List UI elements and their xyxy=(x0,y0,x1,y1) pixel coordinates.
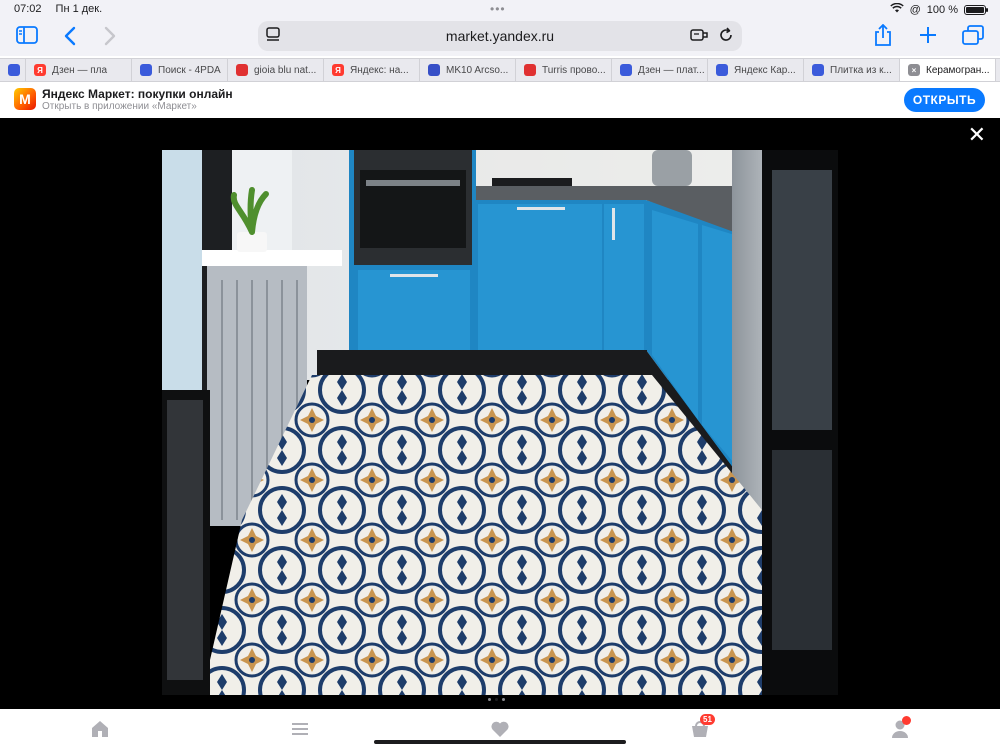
multitasking-dots-icon[interactable]: ••• xyxy=(490,2,506,16)
tab-6[interactable]: Turris прово... xyxy=(516,59,612,81)
tab-favicon-icon xyxy=(140,64,152,76)
tab-0[interactable] xyxy=(0,59,26,81)
gallery-dot[interactable] xyxy=(495,698,498,701)
tab-favicon-icon xyxy=(428,64,440,76)
gallery-page-dots[interactable] xyxy=(488,698,505,701)
back-icon[interactable] xyxy=(64,26,76,50)
tab-strip: Я Дзен — пла Поиск - 4PDA gioia blu nat... Я… xyxy=(0,58,1000,82)
catalog-icon[interactable] xyxy=(290,719,310,739)
product-photo[interactable] xyxy=(162,150,838,695)
status-bar: 07:02 Пн 1 дек. ••• @ 100 % xyxy=(0,0,1000,18)
address-bar[interactable]: market.yandex.ru xyxy=(258,21,742,51)
tab-favicon-icon: Я xyxy=(332,64,344,76)
tab-close-icon[interactable]: × xyxy=(908,64,920,76)
status-date: Пн 1 дек. xyxy=(55,3,103,15)
battery-percent: 100 % xyxy=(926,3,958,16)
tab-9[interactable]: Плитка из к... xyxy=(804,59,900,81)
tab-label: Яндекс: на... xyxy=(350,64,409,76)
open-app-button[interactable]: ОТКРЫТЬ xyxy=(904,88,985,112)
wifi-icon xyxy=(889,2,904,16)
reload-icon[interactable] xyxy=(718,27,734,48)
browser-toolbar: market.yandex.ru xyxy=(0,18,1000,56)
sidebar-icon[interactable] xyxy=(16,26,38,48)
share-icon[interactable] xyxy=(874,23,892,50)
forward-icon[interactable] xyxy=(104,26,116,50)
battery-level xyxy=(966,6,984,13)
tab-label: Яндекс Кар... xyxy=(734,64,796,76)
tab-label: gioia blu nat... xyxy=(254,64,317,76)
tab-5[interactable]: MK10 Arcso... xyxy=(420,59,516,81)
image-gallery: ✕ xyxy=(0,118,1000,709)
tab-label: Керамогран... xyxy=(926,64,990,76)
tab-favicon-icon xyxy=(236,64,248,76)
tab-1[interactable]: Я Дзен — пла xyxy=(26,59,132,81)
close-gallery-icon[interactable]: ✕ xyxy=(968,124,986,146)
app-banner: M Яндекс Маркет: покупки онлайн Открыть … xyxy=(0,82,1000,118)
favorites-icon[interactable] xyxy=(490,719,510,739)
tab-label: Дзен — пла xyxy=(52,64,108,76)
tab-favicon-icon xyxy=(620,64,632,76)
tab-favicon-icon xyxy=(8,64,20,76)
gallery-dot[interactable] xyxy=(502,698,505,701)
banner-subtitle: Открыть в приложении «Маркет» xyxy=(42,101,197,112)
battery-icon xyxy=(964,4,988,15)
cart-icon[interactable]: 51 xyxy=(690,714,715,739)
tab-label: MK10 Arcso... xyxy=(446,64,509,76)
tab-favicon-icon xyxy=(716,64,728,76)
tab-2[interactable]: Поиск - 4PDA xyxy=(132,59,228,81)
profile-icon[interactable] xyxy=(890,716,911,739)
tab-7[interactable]: Дзен — плат... xyxy=(612,59,708,81)
tab-3[interactable]: gioia blu nat... xyxy=(228,59,324,81)
tab-label: Turris прово... xyxy=(542,64,606,76)
tab-overview-icon[interactable] xyxy=(962,25,984,49)
tab-label: Дзен — плат... xyxy=(638,64,705,76)
tab-8[interactable]: Яндекс Кар... xyxy=(708,59,804,81)
tab-10[interactable]: × Керамогран... xyxy=(900,59,996,81)
tab-favicon-icon: Я xyxy=(34,64,46,76)
yandex-market-logo: M xyxy=(14,88,36,110)
tab-4[interactable]: Я Яндекс: на... xyxy=(324,59,420,81)
orientation-lock-icon: @ xyxy=(909,3,921,16)
gallery-dot[interactable] xyxy=(488,698,491,701)
home-indicator[interactable] xyxy=(374,740,626,744)
tab-favicon-icon xyxy=(812,64,824,76)
tab-label: Поиск - 4PDA xyxy=(158,64,221,76)
translate-icon[interactable] xyxy=(690,27,708,48)
status-time: 07:02 xyxy=(14,3,42,15)
profile-notification-dot xyxy=(902,716,911,725)
tab-favicon-icon xyxy=(524,64,536,76)
home-icon[interactable] xyxy=(90,719,110,739)
banner-title: Яндекс Маркет: покупки онлайн xyxy=(42,87,233,101)
tab-label: Плитка из к... xyxy=(830,64,892,76)
url-text: market.yandex.ru xyxy=(445,28,555,44)
new-tab-icon[interactable] xyxy=(918,25,938,49)
cart-badge: 51 xyxy=(700,714,715,725)
